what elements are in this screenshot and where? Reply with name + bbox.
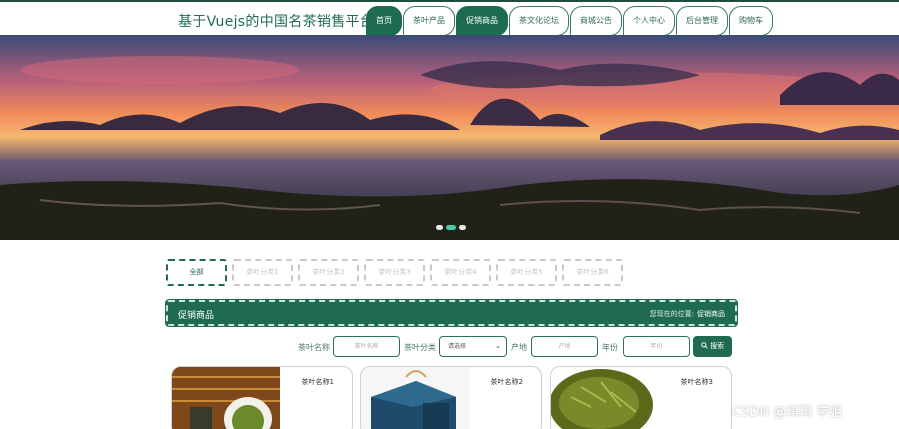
search-icon — [701, 342, 708, 349]
category-select[interactable]: 请选择 ⌄ — [439, 336, 507, 357]
carousel-dot[interactable] — [436, 225, 443, 230]
category-all[interactable]: 全部 — [166, 259, 227, 286]
category-filter: 全部 茶叶分类1 茶叶分类2 茶叶分类3 茶叶分类4 茶叶分类5 茶叶分类6 — [166, 259, 623, 286]
section-title: 促销商品 — [178, 311, 215, 321]
name-label: 茶叶名称 — [298, 343, 330, 352]
category-item[interactable]: 茶叶分类3 — [364, 259, 425, 286]
origin-label: 产地 — [511, 343, 527, 352]
nav-tab-promotions[interactable]: 促销商品 — [456, 6, 508, 36]
nav-tab-cart[interactable]: 购物车 — [729, 6, 773, 36]
search-form: 茶叶名称 茶叶名称 茶叶分类 请选择 ⌄ 产地 产地 年份 年份 搜索 — [0, 336, 899, 360]
name-input[interactable]: 茶叶名称 — [333, 336, 400, 357]
product-card[interactable]: 茶叶名称1 — [171, 366, 353, 429]
carousel-dot-active[interactable] — [446, 225, 456, 230]
top-bar: 基于Vuejs的中国名茶销售平台 首页 茶叶产品 促销商品 茶文化论坛 商城公告… — [0, 0, 899, 36]
product-name[interactable]: 茶叶名称3 — [681, 377, 713, 387]
year-input[interactable]: 年份 — [623, 336, 690, 357]
category-label: 茶叶分类 — [404, 343, 436, 352]
product-name[interactable]: 茶叶名称1 — [302, 377, 334, 387]
nav-tab-announcements[interactable]: 商城公告 — [570, 6, 622, 36]
banner-carousel[interactable] — [0, 35, 899, 240]
search-button-label: 搜索 — [710, 342, 725, 350]
nav-tab-admin[interactable]: 后台管理 — [676, 6, 728, 36]
category-item[interactable]: 茶叶分类6 — [562, 259, 623, 286]
nav-tab-home[interactable]: 首页 — [366, 6, 402, 36]
carousel-dot[interactable] — [459, 225, 466, 230]
category-select-value: 请选择 — [448, 343, 467, 350]
year-label: 年份 — [602, 343, 618, 352]
watermark: CSDN @琪琪 学姐 — [732, 405, 843, 420]
breadcrumb: 您现在的位置: 促销商品 — [650, 309, 725, 319]
product-card[interactable]: 茶叶名称3 — [550, 366, 732, 429]
banner-image — [0, 35, 899, 240]
nav-tab-forum[interactable]: 茶文化论坛 — [509, 6, 569, 36]
product-image — [361, 367, 469, 429]
category-item[interactable]: 茶叶分类1 — [232, 259, 293, 286]
category-item[interactable]: 茶叶分类5 — [496, 259, 557, 286]
site-title: 基于Vuejs的中国名茶销售平台 — [178, 14, 375, 30]
search-button[interactable]: 搜索 — [693, 336, 732, 357]
main-nav: 首页 茶叶产品 促销商品 茶文化论坛 商城公告 个人中心 后台管理 购物车 — [366, 6, 774, 36]
category-item[interactable]: 茶叶分类2 — [298, 259, 359, 286]
category-item[interactable]: 茶叶分类4 — [430, 259, 491, 286]
carousel-indicators — [436, 225, 466, 230]
chevron-down-icon: ⌄ — [495, 342, 501, 350]
breadcrumb-current[interactable]: 促销商品 — [697, 310, 725, 318]
nav-tab-user-center[interactable]: 个人中心 — [623, 6, 675, 36]
product-image — [551, 367, 659, 429]
product-name[interactable]: 茶叶名称2 — [491, 377, 523, 387]
product-card[interactable]: 茶叶名称2 — [360, 366, 542, 429]
breadcrumb-label: 您现在的位置: — [649, 310, 694, 318]
section-header: 促销商品 您现在的位置: 促销商品 — [165, 299, 738, 327]
nav-tab-products[interactable]: 茶叶产品 — [403, 6, 455, 36]
origin-input[interactable]: 产地 — [531, 336, 598, 357]
product-image — [172, 367, 280, 429]
